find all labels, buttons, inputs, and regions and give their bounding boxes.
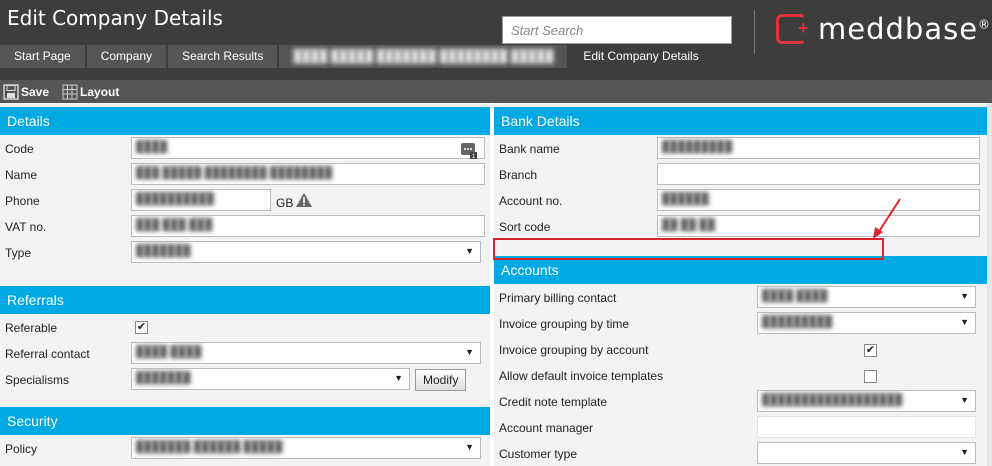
bank-name-field[interactable]: █████████ xyxy=(657,137,980,159)
credit-note-select[interactable]: ██████████████████ xyxy=(757,390,976,412)
referable-row: Referable ✔ xyxy=(0,316,490,342)
primary-billing-label: Primary billing contact xyxy=(499,291,617,305)
save-button[interactable]: Save xyxy=(3,83,50,100)
bank-name-label: Bank name xyxy=(499,142,560,156)
breadcrumb-start-page[interactable]: Start Page xyxy=(0,45,85,68)
grouping-time-select[interactable]: █████████ xyxy=(757,312,976,334)
layout-grid-icon xyxy=(62,84,78,99)
layout-label: Layout xyxy=(80,84,120,99)
code-row: Code ████ 1 xyxy=(0,137,490,163)
policy-label: Policy xyxy=(5,442,38,456)
type-select[interactable]: ███████ xyxy=(131,241,481,263)
sort-code-field[interactable]: ██ ██ ██ xyxy=(657,215,980,237)
branch-field[interactable] xyxy=(657,163,980,185)
grouping-time-label: Invoice grouping by time xyxy=(499,317,630,331)
primary-billing-row: Primary billing contact ████ ████ xyxy=(494,286,987,312)
modify-button[interactable]: Modify xyxy=(415,369,467,391)
name-label: Name xyxy=(5,168,38,182)
account-no-label: Account no. xyxy=(499,194,563,208)
name-row: Name ███ █████ ████████ ████████ xyxy=(0,163,490,189)
account-manager-label: Account manager xyxy=(499,421,594,435)
grouping-account-checkbox[interactable]: ✔ xyxy=(864,344,877,357)
save-icon xyxy=(3,83,19,100)
header-divider xyxy=(754,10,755,54)
default-templates-row: Allow default invoice templates xyxy=(494,364,987,390)
warning-icon xyxy=(296,193,312,207)
credit-note-row: Credit note template ██████████████████ xyxy=(494,390,987,416)
default-templates-checkbox[interactable] xyxy=(864,370,877,383)
page-title: Edit Company Details xyxy=(7,6,223,30)
details-section-header: Details xyxy=(0,107,490,135)
referable-label: Referable xyxy=(5,321,58,335)
grouping-time-row: Invoice grouping by time █████████ xyxy=(494,312,987,338)
logo-text: meddbase xyxy=(818,12,979,46)
phone-region: GB xyxy=(276,196,294,210)
specialisms-row: Specialisms ███████ Modify xyxy=(0,368,490,394)
code-field[interactable]: ████ xyxy=(131,137,485,159)
referrals-section-header: Referrals xyxy=(0,286,490,314)
logo-registered-mark: ® xyxy=(978,17,992,32)
branch-row: Branch xyxy=(494,163,987,189)
specialisms-select[interactable]: ███████ xyxy=(131,368,410,390)
primary-billing-select[interactable]: ████ ████ xyxy=(757,286,976,308)
search-input[interactable]: Start Search xyxy=(502,16,732,44)
vat-row: VAT no. ███ ███ ███ xyxy=(0,215,490,241)
bank-section-header: Bank Details xyxy=(494,107,987,135)
breadcrumb-company-name[interactable]: ████ █████ ███████ ████████ █████ xyxy=(279,45,568,68)
account-manager-field[interactable] xyxy=(757,416,976,438)
referral-contact-row: Referral contact ████ ████ xyxy=(0,342,490,368)
left-column: Details Code ████ 1 Name ███ █████ █████… xyxy=(0,103,490,466)
security-section-header: Security xyxy=(0,407,490,435)
grouping-account-label: Invoice grouping by account xyxy=(499,343,649,357)
account-no-row: Account no. ██████ xyxy=(494,189,987,215)
type-row: Type ███████ xyxy=(0,241,490,267)
breadcrumb-company[interactable]: Company xyxy=(86,45,167,68)
phone-label: Phone xyxy=(5,194,40,208)
customer-type-label: Customer type xyxy=(499,447,578,461)
vertical-scrollbar[interactable] xyxy=(987,103,992,466)
vat-label: VAT no. xyxy=(5,220,47,234)
breadcrumb-search-results[interactable]: Search Results xyxy=(168,45,278,68)
vat-field[interactable]: ███ ███ ███ xyxy=(131,215,485,237)
customer-type-select[interactable] xyxy=(757,442,976,464)
referral-contact-label: Referral contact xyxy=(5,347,90,361)
account-no-field[interactable]: ██████ xyxy=(657,189,980,211)
app-header: Edit Company Details Start Search + medd… xyxy=(0,0,992,80)
credit-note-label: Credit note template xyxy=(499,395,608,409)
logo-plus-icon: + xyxy=(798,18,809,38)
account-manager-row: Account manager xyxy=(494,416,987,442)
breadcrumb-current: Edit Company Details xyxy=(569,45,713,68)
customer-type-row: Customer type xyxy=(494,442,987,466)
sort-code-label: Sort code xyxy=(499,220,551,234)
code-picker-icon[interactable]: 1 xyxy=(460,141,478,159)
layout-button[interactable]: Layout xyxy=(62,84,119,100)
phone-row: Phone ██████████ GB xyxy=(0,189,490,215)
phone-field[interactable]: ██████████ xyxy=(131,189,271,211)
referable-checkbox[interactable]: ✔ xyxy=(135,321,148,334)
bank-name-row: Bank name █████████ xyxy=(494,137,987,163)
right-column: Bank Details Bank name █████████ Branch … xyxy=(494,103,987,466)
default-templates-label: Allow default invoice templates xyxy=(499,369,664,383)
grouping-account-row: Invoice grouping by account ✔ xyxy=(494,338,987,364)
breadcrumb: Start Page Company Search Results ████ █… xyxy=(0,45,715,68)
toolbar: Save Layout xyxy=(0,80,992,103)
main-content: Details Code ████ 1 Name ███ █████ █████… xyxy=(0,103,992,466)
annotation-arrow-icon xyxy=(873,198,901,239)
highlight-box xyxy=(493,238,884,260)
referral-contact-select[interactable]: ████ ████ xyxy=(131,342,481,364)
accounts-section-header: Accounts xyxy=(494,256,987,284)
policy-select[interactable]: ███████ ██████ █████ xyxy=(131,437,481,459)
name-field[interactable]: ███ █████ ████████ ████████ xyxy=(131,163,485,185)
type-label: Type xyxy=(5,246,32,260)
policy-row: Policy ███████ ██████ █████ xyxy=(0,437,490,463)
code-label: Code xyxy=(5,142,34,156)
save-label: Save xyxy=(21,84,50,99)
branch-label: Branch xyxy=(499,168,538,182)
specialisms-label: Specialisms xyxy=(5,373,70,387)
